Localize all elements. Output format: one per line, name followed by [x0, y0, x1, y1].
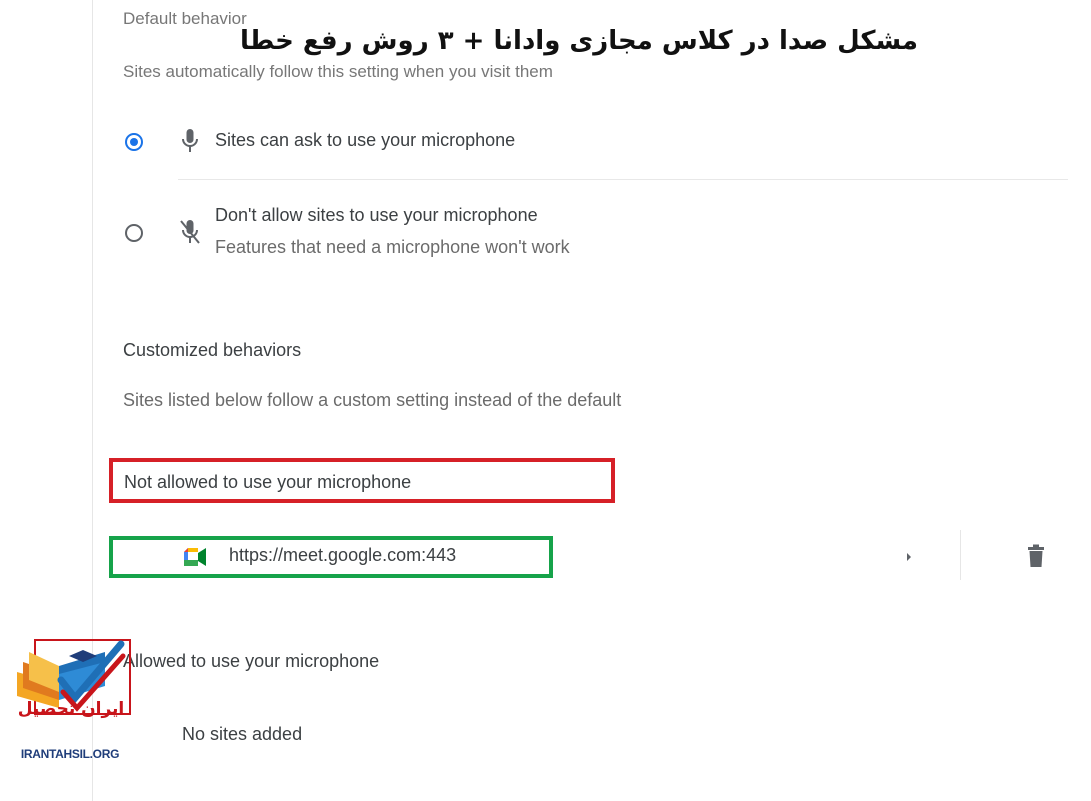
- divider: [178, 179, 1068, 180]
- option-block-label: Don't allow sites to use your microphone: [215, 205, 538, 225]
- settings-page: مشکل صدا در کلاس مجازی وادانا + ۳ روش رف…: [0, 0, 1091, 801]
- option-block-sublabel: Features that need a microphone won't wo…: [215, 237, 570, 257]
- default-behavior-heading: Default behavior: [123, 9, 247, 28]
- customized-behaviors-heading: Customized behaviors: [123, 340, 302, 360]
- google-meet-icon: [184, 548, 206, 566]
- logo-domain: IRANTAHSIL.ORG: [20, 747, 120, 761]
- expand-arrow-icon[interactable]: [905, 551, 913, 563]
- row-separator: [960, 530, 961, 580]
- allowed-heading: Allowed to use your microphone: [123, 651, 380, 671]
- microphone-icon: [182, 129, 198, 152]
- microphone-off-icon: [180, 220, 200, 244]
- radio-allow-ask[interactable]: [125, 133, 143, 151]
- overlay-title: مشکل صدا در کلاس مجازی وادانا + ۳ روش رف…: [240, 26, 919, 56]
- trash-icon[interactable]: [1027, 544, 1045, 568]
- radio-block[interactable]: [125, 224, 143, 242]
- customized-behaviors-description: Sites listed below follow a custom setti…: [123, 390, 622, 410]
- default-behavior-description: Sites automatically follow this setting …: [123, 62, 553, 81]
- logo-persian-name: ایران تحصیل: [17, 699, 125, 719]
- option-allow-ask-label: Sites can ask to use your microphone: [215, 130, 516, 150]
- not-allowed-heading: Not allowed to use your microphone: [124, 472, 412, 492]
- site-url[interactable]: https://meet.google.com:443: [229, 545, 456, 566]
- no-sites-text: No sites added: [182, 724, 303, 744]
